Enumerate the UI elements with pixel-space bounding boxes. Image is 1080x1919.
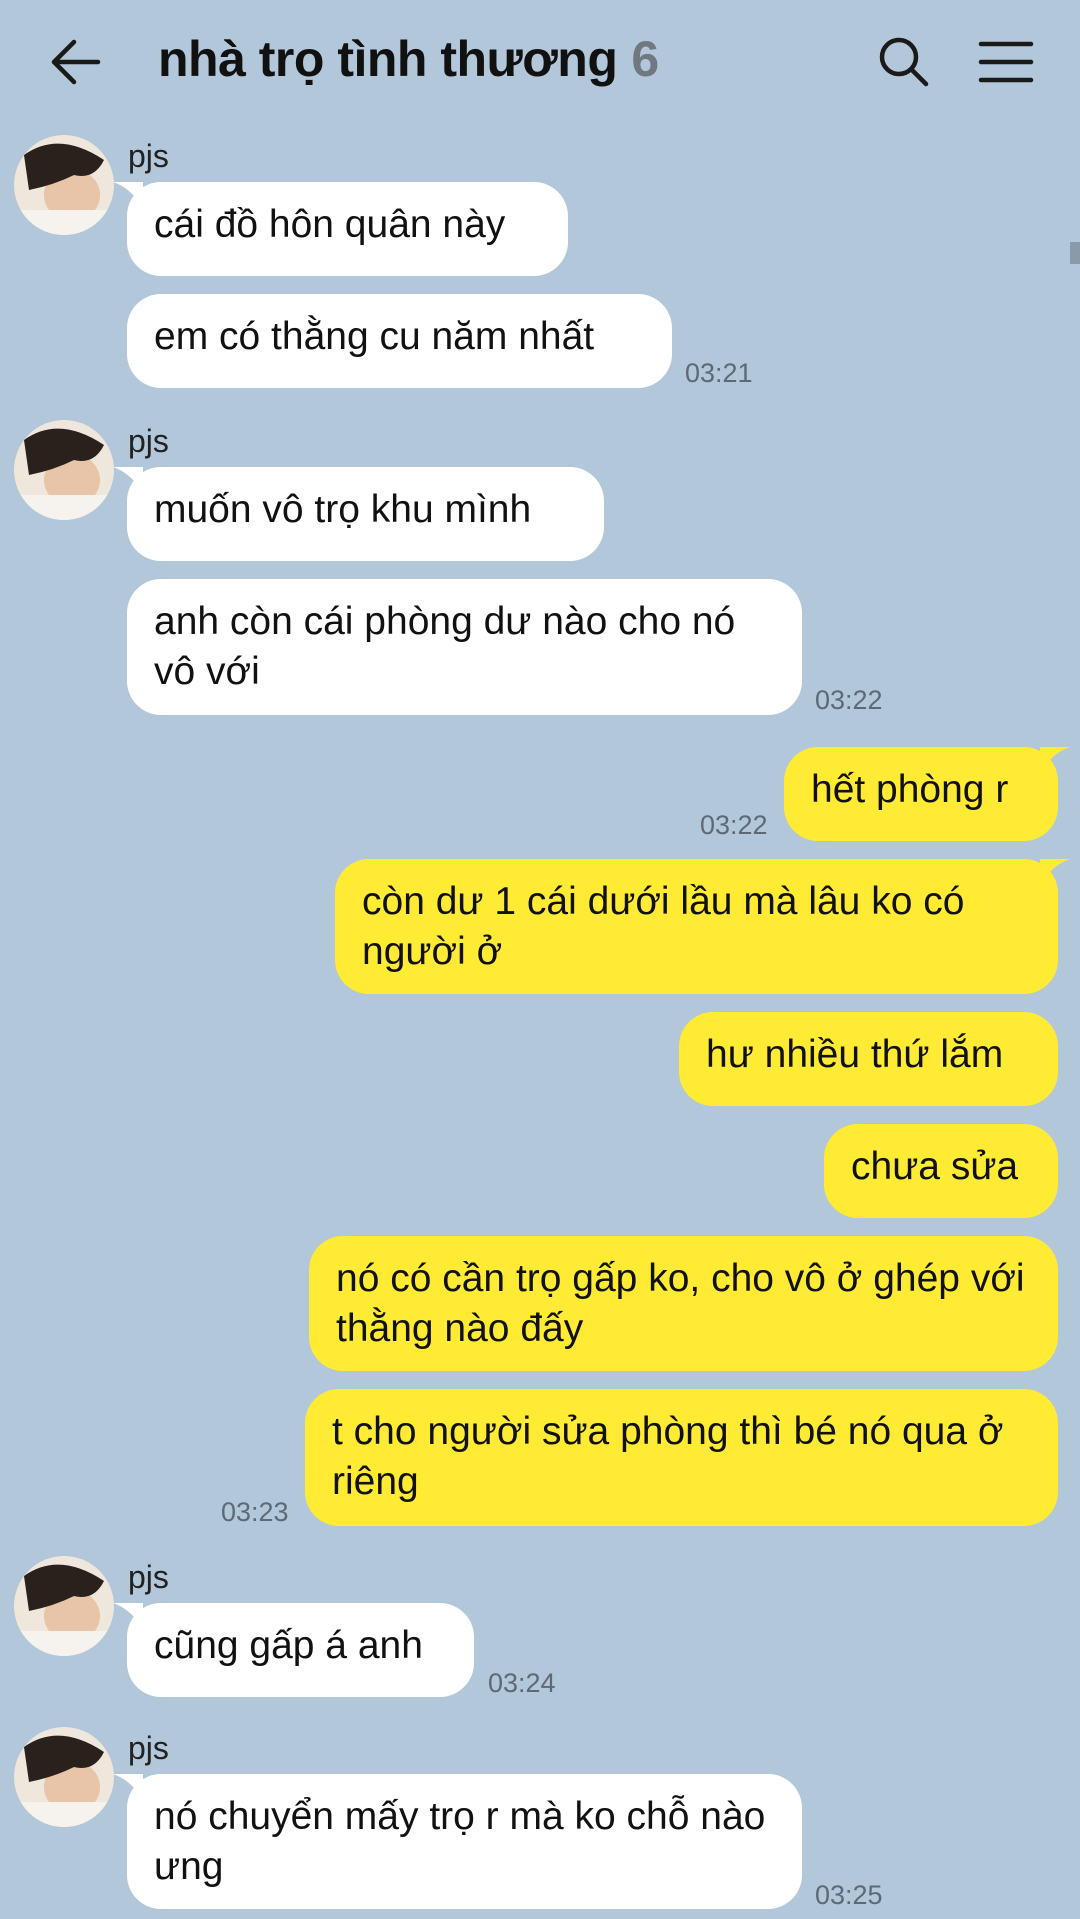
message-time: 03:24 [488,1668,556,1698]
avatar[interactable] [14,1727,114,1827]
search-icon [879,37,929,87]
arrow-left-icon [51,39,101,85]
message-text: cũng gấp á anh [154,1624,423,1667]
message-text: t cho người sửa phòng thì bé nó qua ở ri… [332,1410,1015,1503]
message-text: nó có cần trọ gấp ko, cho vô ở ghép với … [336,1257,1036,1350]
message-text: muốn vô trọ khu mình [154,488,532,531]
message-text: em có thằng cu năm nhất [154,315,595,358]
sender-name: pjs [128,423,169,459]
message-time: 03:22 [815,685,883,715]
scrollbar-thumb[interactable] [1070,242,1080,264]
message-bubble[interactable]: hết phòng r [784,747,1070,841]
message-text: hết phòng r [811,768,1009,811]
message-bubble[interactable]: em có thằng cu năm nhất [127,294,672,388]
message-text: hư nhiều thứ lắm [706,1033,1004,1076]
search-button[interactable] [876,34,932,90]
message-text: chưa sửa [851,1145,1019,1188]
message-time: 03:25 [815,1880,883,1910]
message-bubble[interactable]: hư nhiều thứ lắm [679,1012,1058,1106]
message-bubble[interactable]: t cho người sửa phòng thì bé nó qua ở ri… [305,1389,1058,1526]
back-button[interactable] [48,36,104,88]
message-bubble[interactable]: chưa sửa [824,1124,1058,1218]
bubble-tail [113,467,143,493]
bubble-tail [1040,859,1070,885]
avatar[interactable] [14,1556,114,1656]
message-bubble[interactable]: nó chuyển mấy trọ r mà ko chỗ nào ưng [113,1774,802,1909]
message-text: nó chuyển mấy trọ r mà ko chỗ nào ưng [154,1795,777,1888]
message-bubble[interactable]: anh còn cái phòng dư nào cho nó vô với [127,579,802,715]
sender-name: pjs [128,138,169,174]
message-bubble[interactable]: còn dư 1 cái dưới lầu mà lâu ko có người… [335,859,1070,994]
message-time: 03:21 [685,358,753,388]
message-bubble[interactable]: cái đồ hôn quân này [113,182,568,276]
chat-header: nhà trọ tình thương 6 [0,0,1080,125]
sender-name: pjs [128,1559,169,1595]
bubble-tail [113,1603,143,1629]
bubble-tail [113,1774,143,1800]
hamburger-menu-icon [978,41,1034,83]
message-text: cái đồ hôn quân này [154,203,506,246]
chat-title-text: nhà trọ tình thương [158,31,618,87]
sender-name: pjs [128,1730,169,1766]
menu-button[interactable] [978,36,1034,88]
bubble-tail [113,182,143,208]
message-bubble[interactable]: cũng gấp á anh [113,1603,474,1697]
message-bubble[interactable]: muốn vô trọ khu mình [113,467,604,561]
message-time: 03:23 [221,1497,289,1527]
message-text: anh còn cái phòng dư nào cho nó vô với [154,600,747,693]
bubble-tail [1040,747,1070,773]
avatar[interactable] [14,420,114,520]
message-bubble[interactable]: nó có cần trọ gấp ko, cho vô ở ghép với … [309,1236,1058,1371]
message-time: 03:22 [700,810,768,840]
message-text: còn dư 1 cái dưới lầu mà lâu ko có người… [362,880,976,973]
member-count: 6 [631,31,659,87]
chat-title: nhà trọ tình thương 6 [158,30,659,88]
avatar[interactable] [14,135,114,235]
